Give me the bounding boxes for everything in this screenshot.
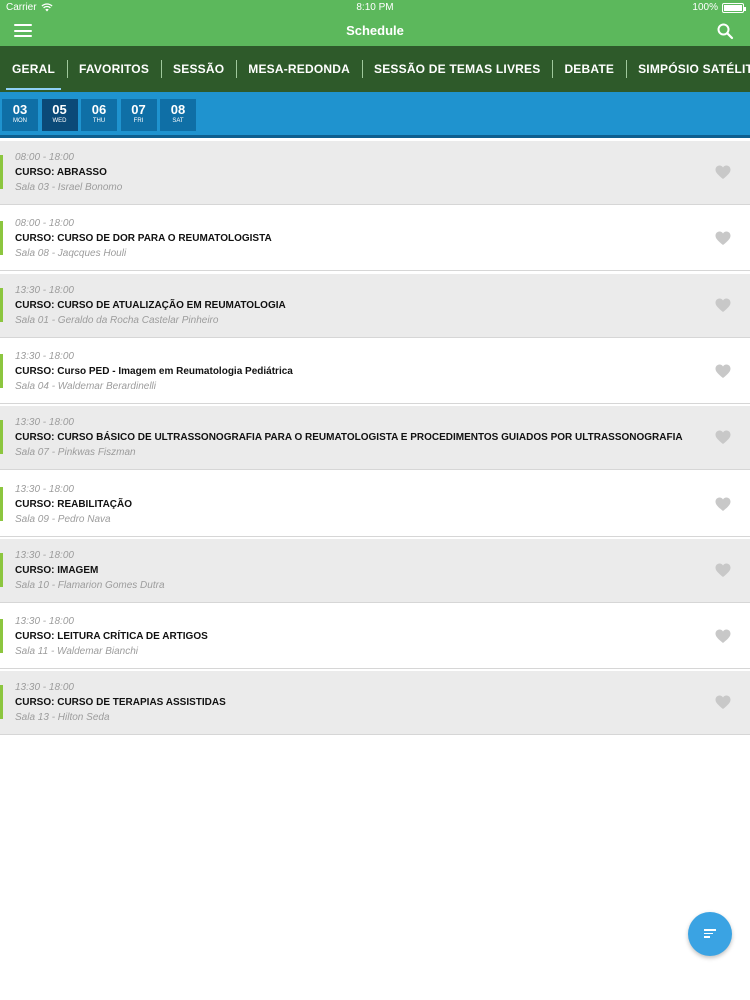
favorite-heart-icon[interactable] — [714, 627, 732, 645]
date-tab-3[interactable]: 07 FRI — [120, 99, 157, 131]
tab-6[interactable]: SIMPÓSIO SATÉLITE — [626, 46, 750, 92]
filter-fab-button[interactable] — [688, 912, 732, 956]
favorite-heart-icon[interactable] — [714, 561, 732, 579]
date-weekday: THU — [92, 118, 106, 124]
favorite-heart-icon[interactable] — [714, 428, 732, 446]
tab-0[interactable]: GERAL — [0, 46, 67, 92]
session-accent-bar — [0, 155, 3, 189]
favorite-heart-icon[interactable] — [714, 229, 732, 247]
date-weekday: SAT — [172, 118, 184, 124]
page-title: Schedule — [346, 23, 404, 38]
session-time: 13:30 - 18:00 — [15, 350, 74, 362]
favorite-heart-icon[interactable] — [714, 495, 732, 513]
session-title: CURSO: IMAGEM — [15, 564, 99, 576]
date-tab-4[interactable]: 08 SAT — [160, 99, 196, 131]
filter-list-icon — [704, 929, 716, 939]
session-title: CURSO: ABRASSO — [15, 167, 107, 178]
session-time: 13:30 - 18:00 — [15, 417, 74, 429]
session-accent-bar — [0, 685, 3, 720]
date-number: 07 — [131, 102, 146, 117]
session-time: 13:30 - 18:00 — [15, 483, 74, 495]
session-row[interactable]: 13:30 - 18:00 CURSO: CURSO BÁSICO DE ULTR… — [0, 406, 750, 471]
session-room: Sala 13 - Hilton Seda — [15, 712, 110, 724]
session-room: Sala 09 - Pedro Nava — [15, 513, 111, 525]
session-time: 08:00 - 18:00 — [15, 218, 74, 230]
session-row[interactable]: 08:00 - 18:00 CURSO: CURSO DE DOR PARA O … — [0, 207, 750, 272]
search-icon[interactable] — [716, 22, 734, 40]
session-accent-bar — [0, 221, 3, 256]
date-tab-2[interactable]: 06 THU — [81, 99, 117, 131]
nav-bar: Schedule — [0, 16, 750, 46]
session-row[interactable]: 13:30 - 18:00 CURSO: Curso PED - Imagem e… — [0, 339, 750, 404]
session-title: CURSO: LEITURA CRÍTICA DE ARTIGOS — [15, 631, 208, 643]
session-accent-bar — [0, 619, 3, 654]
tab-3[interactable]: MESA-REDONDA — [236, 46, 362, 92]
date-number: 06 — [91, 102, 107, 117]
date-weekday: MON — [13, 118, 27, 124]
session-accent-bar — [0, 486, 3, 521]
session-room: Sala 08 - Jaqcques Houli — [15, 248, 127, 260]
favorite-heart-icon[interactable] — [714, 296, 732, 314]
session-room: Sala 07 - Pinkwas Fiszman — [15, 447, 136, 459]
date-strip: 03 MON 05 WED 06 THU 07 FRI 08 SAT — [0, 92, 750, 138]
session-room: Sala 04 - Waldemar Berardinelli — [15, 380, 156, 392]
session-title: CURSO: CURSO BÁSICO DE ULTRASSONOGRAFIA … — [15, 432, 683, 444]
favorite-heart-icon[interactable] — [714, 362, 732, 380]
session-title: CURSO: CURSO DE DOR PARA O REUMATOLOGIST… — [15, 233, 272, 245]
tab-4[interactable]: SESSÃO DE TEMAS LIVRES — [362, 46, 552, 92]
date-tab-1[interactable]: 05 WED — [41, 99, 78, 131]
session-row[interactable]: 13:30 - 18:00 CURSO: IMAGEM Sala 10 - Flam… — [0, 538, 750, 603]
session-accent-bar — [0, 353, 3, 388]
date-number: 05 — [52, 102, 67, 117]
session-row[interactable]: 13:30 - 18:00 CURSO: REABILITAÇÃO Sala 09 … — [0, 472, 750, 537]
battery-percent: 100% — [692, 2, 718, 13]
session-row[interactable]: 13:30 - 18:00 CURSO: CURSO DE ATUALIZAÇÃO… — [0, 273, 750, 338]
date-number: 03 — [12, 102, 28, 117]
session-room: Sala 01 - Geraldo da Rocha Castelar Pinh… — [15, 314, 219, 326]
session-time: 13:30 - 18:00 — [15, 549, 74, 561]
session-room: Sala 03 - Israel Bonomo — [15, 182, 123, 193]
tab-1[interactable]: FAVORITOS — [67, 46, 161, 92]
date-tab-0[interactable]: 03 MON — [2, 99, 38, 131]
session-title: CURSO: CURSO DE ATUALIZAÇÃO EM REUMATOLO… — [15, 299, 286, 311]
session-accent-bar — [0, 287, 3, 322]
tab-5[interactable]: DEBATE — [552, 46, 626, 92]
session-time: 08:00 - 18:00 — [15, 152, 74, 163]
session-row[interactable]: 13:30 - 18:00 CURSO: CURSO DE TERAPIAS AS… — [0, 671, 750, 736]
status-bar: Carrier 8:10 PM 100% — [0, 0, 750, 16]
session-title: CURSO: Curso PED - Imagem em Reumatologi… — [15, 365, 293, 377]
session-time: 13:30 - 18:00 — [15, 616, 74, 628]
session-time: 13:30 - 18:00 — [15, 682, 74, 694]
date-weekday: FRI — [133, 118, 144, 124]
date-weekday: WED — [52, 118, 67, 124]
category-tabs: GERAL FAVORITOS SESSÃO MESA-REDONDA SESSÃO D… — [0, 46, 750, 92]
session-room: Sala 10 - Flamarion Gomes Dutra — [15, 579, 165, 591]
status-time: 8:10 PM — [356, 2, 394, 13]
date-number: 08 — [170, 102, 186, 117]
session-room: Sala 11 - Waldemar Bianchi — [15, 646, 139, 658]
favorite-heart-icon[interactable] — [714, 693, 732, 711]
battery-icon — [722, 2, 746, 13]
tab-2[interactable]: SESSÃO — [161, 46, 236, 92]
favorite-heart-icon[interactable] — [714, 163, 732, 181]
session-row[interactable]: 08:00 - 18:00 CURSO: ABRASSO Sala 03 - Isr… — [0, 141, 750, 205]
session-accent-bar — [0, 552, 3, 587]
session-row[interactable]: 13:30 - 18:00 CURSO: LEITURA CRÍTICA DE A… — [0, 605, 750, 670]
session-time: 13:30 - 18:00 — [15, 284, 74, 296]
session-title: CURSO: CURSO DE TERAPIAS ASSISTIDAS — [15, 697, 226, 709]
session-title: CURSO: REABILITAÇÃO — [15, 498, 133, 510]
session-accent-bar — [0, 420, 3, 455]
